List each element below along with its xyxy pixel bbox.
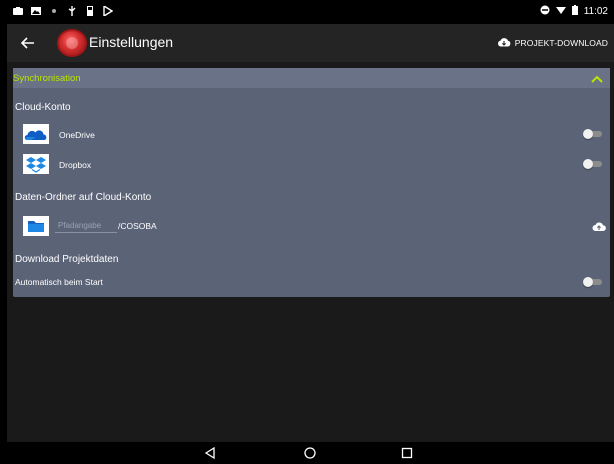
nav-back-icon[interactable] [203,446,217,460]
sync-panel-title: Synchronisation [13,73,81,84]
sync-panel: Synchronisation Cloud-Konto OneDrive Dro… [13,68,610,297]
app-bar: Einstellungen PROJEKT-DOWNLOAD [7,24,614,62]
navigation-bar [7,442,614,464]
camera-icon [13,6,23,16]
wifi-icon [49,6,59,16]
data-folder-heading: Daten-Ordner auf Cloud-Konto [15,192,152,203]
dropbox-label: Dropbox [59,160,92,170]
onedrive-icon [23,124,49,144]
cloud-account-heading: Cloud-Konto [15,102,71,113]
status-time: 11:02 [583,6,608,17]
onedrive-label: OneDrive [59,130,95,140]
page-title: Einstellungen [89,34,174,50]
status-icons-right: 11:02 [540,5,608,18]
wifi-signal-icon [555,6,566,18]
cloud-download-icon [497,37,511,49]
status-bar: 11:02 [7,0,614,24]
battery-icon [571,5,578,18]
status-icons-left [13,4,114,18]
app-logo [57,29,87,57]
nav-recents-icon[interactable] [400,446,414,460]
sync-panel-header[interactable]: Synchronisation [13,68,610,88]
folder-path-suffix: /COSOBA [118,221,157,231]
folder-path-placeholder: Pfadangabe [58,221,102,230]
onedrive-toggle[interactable] [583,129,603,139]
usb-icon [67,6,77,16]
play-store-icon [103,4,114,18]
toggle-thumb [583,129,593,139]
cloud-upload-icon[interactable] [592,219,606,231]
image-icon [31,6,41,16]
device-screen: 11:02 Einstellungen PROJEKT-DOWNLOAD Syn… [7,0,614,464]
auto-start-toggle[interactable] [583,277,603,287]
dropbox-icon [23,154,49,174]
toggle-thumb [583,277,593,287]
sd-card-icon [85,6,95,16]
toggle-thumb [583,159,593,169]
signal-icon [540,5,550,18]
project-download-button[interactable]: PROJEKT-DOWNLOAD [497,37,608,49]
folder-path-input[interactable]: Pfadangabe [55,219,117,233]
arrow-back-icon[interactable] [17,32,39,54]
nav-home-icon[interactable] [303,446,317,460]
chevron-up-icon[interactable] [590,72,604,84]
folder-icon [23,216,49,236]
project-download-label: PROJEKT-DOWNLOAD [514,38,608,48]
auto-start-label: Automatisch beim Start [15,277,103,287]
dropbox-toggle[interactable] [583,159,603,169]
download-heading: Download Projektdaten [15,254,119,265]
